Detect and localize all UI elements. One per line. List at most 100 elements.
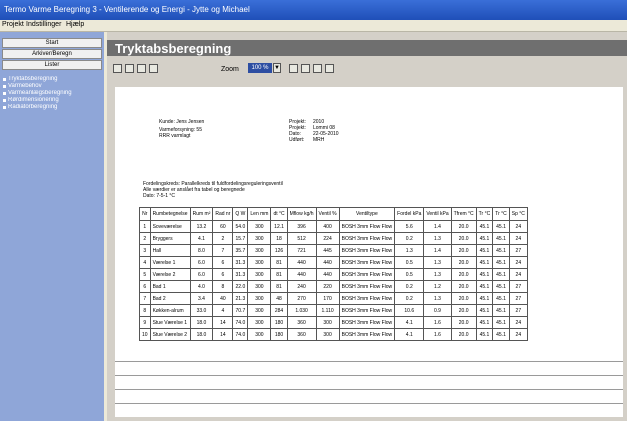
table-cell: 1.030 (286, 304, 317, 317)
table-cell: 721 (286, 244, 317, 257)
table-cell: 224 (315, 232, 340, 245)
first-page-icon[interactable] (113, 64, 122, 73)
table-cell: 45.1 (492, 220, 510, 233)
table-row: 10 Stue Værelse 2 18.0 14 74.0 300 180 360 300 BO… (139, 328, 528, 341)
table-cell: 396 (286, 220, 317, 233)
menu-projekt[interactable]: Projekt (2, 21, 24, 28)
table-row: 6 Bad 1 4.0 8 22.0 300 81 240 220 BOSH 3mm Flow F… (139, 280, 528, 293)
table-cell: 20.0 (450, 292, 477, 305)
page-header: Tryktabsberegning (107, 40, 627, 56)
table-cell: 4.0 (189, 280, 214, 293)
table-cell: Stue Værelse 1 (149, 316, 191, 329)
table-cell: 0.5 (394, 256, 425, 269)
table-cell: 45.1 (475, 256, 494, 269)
find-icon[interactable] (289, 64, 298, 73)
close-preview-icon[interactable] (325, 64, 334, 73)
chevron-down-icon[interactable]: ▼ (273, 63, 281, 73)
table-cell: Bad 1 (149, 280, 191, 293)
table-cell: 10 (139, 328, 151, 341)
column-header: Q W (232, 207, 249, 221)
table-cell: 13.2 (189, 220, 214, 233)
table-cell: 45.1 (475, 280, 494, 293)
table-cell: 1.3 (394, 244, 425, 257)
table-cell: 1 (139, 220, 151, 233)
table-cell: 0.2 (394, 280, 425, 293)
table-cell: 24 (508, 268, 528, 281)
grid-line (115, 389, 623, 390)
table-row: 3 Hall 8.0 7 35.7 300 126 721 445 BOSH 3mm Flow F… (139, 244, 528, 257)
table-cell: 45.1 (475, 268, 494, 281)
sidebar-item-varmeanlaeg[interactable]: Varmeanlægsberegning (2, 90, 102, 97)
sidebar-item-radiator[interactable]: Radiatorberegning (2, 104, 102, 111)
table-cell: 300 (315, 316, 340, 329)
table-row: 8 Køkken-alrum 33.0 4 70.7 300 284 1.030 1.110 BO… (139, 304, 528, 317)
table-cell: 20.0 (450, 280, 477, 293)
table-cell: 1.110 (315, 304, 340, 317)
table-cell: 45.1 (475, 304, 494, 317)
table-cell: 6.0 (189, 256, 214, 269)
zoom-select[interactable]: 100 % (248, 63, 272, 73)
print-icon[interactable] (313, 64, 322, 73)
table-cell: 1.6 (423, 328, 452, 341)
table-cell: 48 (270, 292, 288, 305)
customer-label: Kunde: Jens Jensen (159, 119, 205, 125)
table-cell: 35.7 (232, 244, 249, 257)
table-cell: Bad 2 (149, 292, 191, 305)
table-cell: Hall (149, 244, 191, 257)
table-cell: 8 (212, 280, 234, 293)
table-cell: 300 (247, 292, 272, 305)
table-cell: 240 (286, 280, 317, 293)
table-cell: 45.1 (492, 268, 510, 281)
table-cell: 0.9 (423, 304, 452, 317)
table-cell: 300 (247, 256, 272, 269)
menu-hjaelp[interactable]: Hjælp (66, 21, 84, 28)
window-titlebar: Termo Varme Beregning 3 - Ventilerende o… (0, 0, 627, 20)
next-page-icon[interactable] (137, 64, 146, 73)
table-cell: 15.7 (232, 232, 249, 245)
report-preview: Kunde: Jens Jensen Varmeforsyning: 55 RR… (115, 87, 623, 417)
table-cell: 440 (286, 256, 317, 269)
table-cell: 20.0 (450, 232, 477, 245)
column-header: Tr °C (492, 207, 510, 221)
column-header: Tr °C (475, 207, 494, 221)
column-header: Nr (139, 207, 151, 221)
main-panel: Tryktabsberegning Zoom 100 % ▼ Kunde: Je… (107, 32, 627, 421)
table-cell: 10.6 (394, 304, 425, 317)
table-cell: 14 (212, 328, 234, 341)
column-header: Tfrem °C (450, 207, 477, 221)
sidebar-start-button[interactable]: Start (2, 38, 102, 48)
menu-indstillinger[interactable]: Indstillinger (26, 21, 61, 28)
table-cell: 9 (139, 316, 151, 329)
table-cell: 20.0 (450, 244, 477, 257)
column-header: Ventil kPa (423, 207, 452, 221)
last-page-icon[interactable] (149, 64, 158, 73)
table-cell: 1.2 (423, 280, 452, 293)
grid-line (115, 375, 623, 376)
table-cell: 20.0 (450, 268, 477, 281)
table-cell: BOSH 3mm Flow Flow (338, 316, 396, 329)
export-icon[interactable] (301, 64, 310, 73)
sidebar-item-tryktab[interactable]: Tryktabsberegning (2, 76, 102, 83)
table-cell: 4.1 (394, 316, 425, 329)
table-cell: 24 (508, 232, 528, 245)
table-cell: 300 (247, 304, 272, 317)
table-cell: 300 (247, 328, 272, 341)
table-cell: 284 (270, 304, 288, 317)
table-cell: 440 (315, 256, 340, 269)
table-row: 1 Soveværelse 13.2 60 54.0 300 12.1 396 400 BOSH … (139, 220, 528, 233)
table-cell: 24 (508, 328, 528, 341)
sidebar-lister-button[interactable]: Lister (2, 60, 102, 70)
table-cell: 360 (286, 328, 317, 341)
table-cell: 45.1 (492, 280, 510, 293)
table-cell: Stue Værelse 2 (149, 328, 191, 341)
sidebar-arkiver-button[interactable]: Arkiver/Beregn (2, 49, 102, 59)
table-cell: 70.7 (232, 304, 249, 317)
table-cell: 270 (286, 292, 317, 305)
table-cell: 6 (212, 256, 234, 269)
prev-page-icon[interactable] (125, 64, 134, 73)
sidebar-item-roerdim[interactable]: Rørdimensionering (2, 97, 102, 104)
table-cell: 5.6 (394, 220, 425, 233)
sidebar-item-varmebehov[interactable]: Varmebehov (2, 83, 102, 90)
table-cell: 45.1 (492, 244, 510, 257)
table-cell: 18 (270, 232, 288, 245)
